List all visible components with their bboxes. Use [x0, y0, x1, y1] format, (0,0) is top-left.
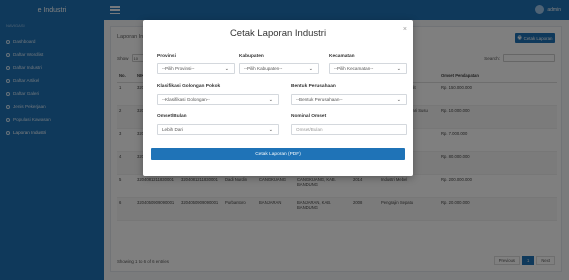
bentuk-label: Bentuk Perusahaan: [291, 84, 336, 89]
kabupaten-value: --Pilih Kabupaten--: [244, 66, 283, 71]
kecamatan-select[interactable]: --Pilih Kecamatan-- ⌄: [329, 63, 407, 74]
omset-bulan-value: Lebih Dari: [162, 127, 183, 132]
print-report-modal: Cetak Laporan Industri × Provinsi --Pili…: [143, 20, 413, 176]
nominal-omset-input[interactable]: Omset/Bulan: [291, 124, 407, 135]
chevron-down-icon: ⌄: [396, 66, 401, 72]
omset-bulan-select[interactable]: Lebih Dari ⌄: [157, 124, 279, 135]
klasifikasi-value: --Klasifikasi Golongan--: [162, 97, 210, 102]
klasifikasi-label: Klasifikasi Golongan Pokok: [157, 84, 221, 89]
provinsi-label: Provinsi: [157, 54, 176, 59]
chevron-down-icon: ⌄: [396, 97, 401, 103]
kecamatan-value: --Pilih Kecamatan--: [334, 66, 374, 71]
chevron-down-icon: ⌄: [308, 66, 313, 72]
print-pdf-button[interactable]: Cetak Laporan (PDF): [151, 148, 405, 160]
bentuk-select[interactable]: --Bentuk Perusahaan-- ⌄: [291, 94, 407, 105]
nominal-label: Nominal Omset: [291, 114, 327, 119]
nominal-placeholder: Omset/Bulan: [296, 127, 323, 132]
chevron-down-icon: ⌄: [268, 97, 273, 103]
omset-bulan-label: Omset/Bulan: [157, 114, 187, 119]
close-icon[interactable]: ×: [403, 26, 407, 33]
kabupaten-select[interactable]: --Pilih Kabupaten-- ⌄: [239, 63, 319, 74]
kabupaten-label: Kabupaten: [239, 54, 264, 59]
klasifikasi-select[interactable]: --Klasifikasi Golongan-- ⌄: [157, 94, 279, 105]
chevron-down-icon: ⌄: [224, 66, 229, 72]
provinsi-value: --Pilih Provinsi--: [162, 66, 195, 71]
modal-title: Cetak Laporan Industri: [229, 28, 327, 39]
chevron-down-icon: ⌄: [268, 127, 273, 133]
provinsi-select[interactable]: --Pilih Provinsi-- ⌄: [157, 63, 235, 74]
bentuk-value: --Bentuk Perusahaan--: [296, 97, 343, 102]
kecamatan-label: Kecamatan: [329, 54, 355, 59]
